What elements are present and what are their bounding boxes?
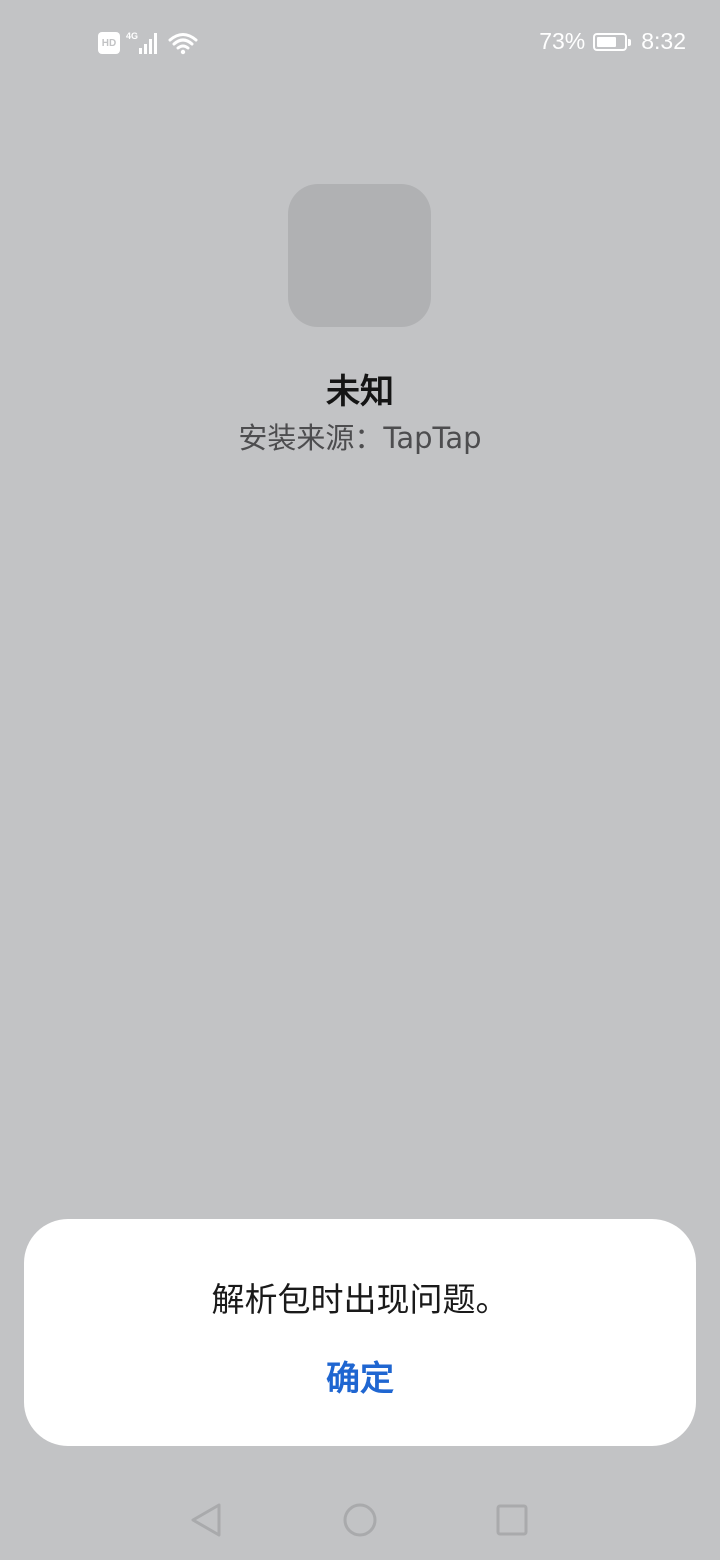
home-icon[interactable]	[338, 1498, 382, 1542]
status-bar-right: 73% 8:32	[539, 28, 686, 55]
battery-icon	[593, 32, 632, 51]
hd-icon: HD	[98, 32, 120, 54]
battery-percent: 73%	[539, 28, 586, 54]
clock: 8:32	[641, 28, 686, 54]
recents-icon[interactable]	[490, 1498, 534, 1542]
hd-label: HD	[101, 37, 117, 49]
app-name: 未知	[326, 372, 394, 412]
dialog-message: 解析包时出现问题。	[211, 1280, 509, 1319]
install-source: 安装来源：TapTap	[238, 421, 482, 455]
status-bar: HD 4G 73% 8:32	[0, 0, 720, 90]
wifi-icon	[168, 33, 198, 55]
app-placeholder-icon	[288, 184, 431, 327]
back-icon[interactable]	[184, 1498, 228, 1542]
signal-icon: 4G	[126, 31, 157, 54]
network-label: 4G	[126, 31, 138, 41]
status-bar-left: HD 4G	[98, 30, 198, 56]
error-dialog: 解析包时出现问题。 确定	[24, 1219, 696, 1446]
battery-fill	[597, 36, 617, 47]
confirm-button[interactable]: 确定	[260, 1347, 460, 1403]
navigation-bar	[0, 1480, 720, 1560]
